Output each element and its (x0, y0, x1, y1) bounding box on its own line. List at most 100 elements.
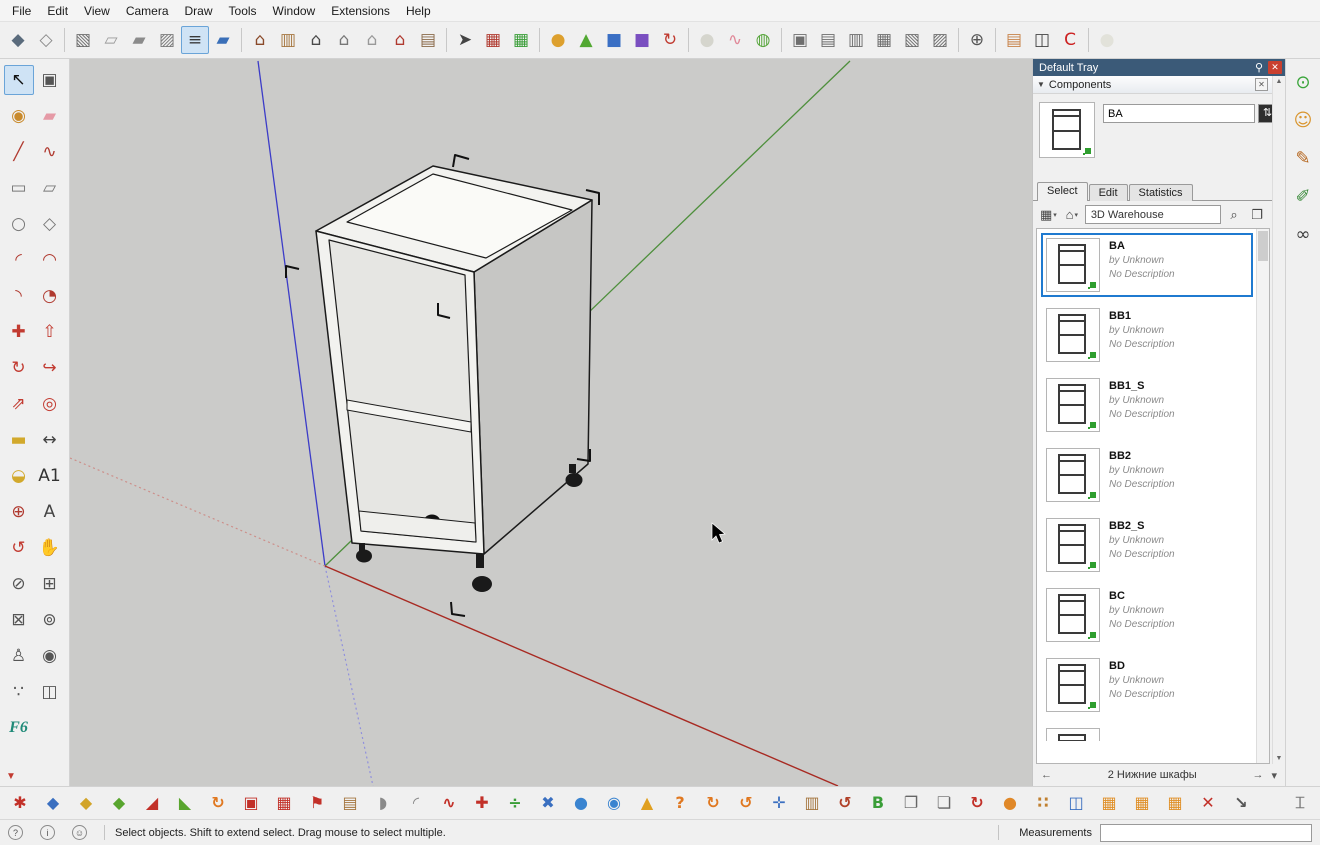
layers-icon[interactable]: ≡ (181, 26, 209, 54)
walk-tool[interactable]: ∵ (4, 677, 34, 707)
BC[interactable]: BC by Unknown No Description (1041, 583, 1253, 647)
components-burst-icon[interactable]: ✱ (8, 791, 32, 815)
face-white-icon[interactable]: ▱ (97, 26, 125, 54)
menu-item[interactable]: Window (265, 2, 324, 20)
diamond-yellow-icon[interactable]: ◆ (74, 791, 98, 815)
components-section-header[interactable]: ▼ Components ✕ (1033, 76, 1272, 94)
polygon-tool[interactable]: ◇ (35, 209, 65, 239)
menu-item[interactable]: Tools (221, 2, 265, 20)
components-tab[interactable]: Edit (1089, 184, 1128, 201)
axes-tool[interactable]: ⊕ (4, 497, 34, 527)
scrollbar-thumb[interactable] (1258, 231, 1268, 261)
shaded-style-icon[interactable]: ◆ (4, 26, 32, 54)
grid-red-icon[interactable]: ▦ (272, 791, 296, 815)
make-component-tool[interactable]: ▣ (35, 65, 65, 95)
grid-orange3-icon[interactable]: ▦ (1163, 791, 1187, 815)
tray-close-button[interactable]: ✕ (1268, 61, 1282, 74)
search-button[interactable]: ⌕ (1224, 205, 1244, 225)
measurements-input[interactable] (1100, 824, 1312, 842)
view-options-button[interactable]: ▦ ▾ (1038, 205, 1059, 225)
eraser-tool[interactable]: ▰ (35, 101, 65, 131)
dresser-icon[interactable]: ▤ (414, 26, 442, 54)
cube-purple-icon[interactable]: ■ (628, 26, 656, 54)
push-pull-tool[interactable]: ⇧ (35, 317, 65, 347)
components-list-scrollbar[interactable] (1256, 229, 1269, 763)
tape-measure-tool[interactable]: ▬ (4, 425, 34, 455)
marker-icon[interactable]: ✐ (1289, 183, 1317, 211)
cross-blue-icon[interactable]: ✖ (536, 791, 560, 815)
divide-green-icon[interactable]: ÷ (503, 791, 527, 815)
home-button[interactable]: ⌂ ▾ (1062, 205, 1082, 225)
square-red-icon[interactable]: ▣ (239, 791, 263, 815)
sphere-gold-icon[interactable]: ● (544, 26, 572, 54)
page-arrow-icon[interactable]: ❏ (932, 791, 956, 815)
three-point-arc-tool[interactable]: ◝ (4, 281, 34, 311)
ball-orange-icon[interactable]: ● (998, 791, 1022, 815)
wedge-gray-icon[interactable]: ◗ (371, 791, 395, 815)
circle-tool[interactable]: ○ (4, 209, 34, 239)
crate-brown-icon[interactable]: ▤ (338, 791, 362, 815)
pin-icon[interactable]: ⚲ (1252, 61, 1266, 74)
solid-outer-shell-icon[interactable]: ▣ (786, 26, 814, 54)
wedge-green-icon[interactable]: ◣ (173, 791, 197, 815)
pencils-icon[interactable]: ✎ (1289, 145, 1317, 173)
two-point-arc-tool[interactable]: ◠ (35, 245, 65, 275)
BB2_S[interactable]: BB2_S by Unknown No Description (1041, 513, 1253, 577)
menu-item[interactable]: File (4, 2, 39, 20)
mesh-sphere-icon[interactable]: ◍ (749, 26, 777, 54)
position-camera-tool[interactable]: ♙ (4, 641, 34, 671)
swirl-red-icon[interactable]: ↻ (656, 26, 684, 54)
footer-expand-arrow[interactable]: ▾ (1267, 769, 1281, 782)
components-tab[interactable]: Select (1037, 182, 1088, 201)
pie-tool[interactable]: ◔ (35, 281, 65, 311)
menu-item[interactable]: Camera (118, 2, 177, 20)
grid-orange2-icon[interactable]: ▦ (1130, 791, 1154, 815)
collection-dropdown[interactable]: 3D Warehouse (1085, 205, 1221, 224)
section-plane-tool[interactable]: ◫ (35, 677, 65, 707)
paper-roll-icon[interactable]: ● (1093, 26, 1121, 54)
plugin-power-icon[interactable]: ⊙ (1289, 69, 1317, 97)
BB1_S[interactable]: BB1_S by Unknown No Description (1041, 373, 1253, 437)
move-corner-icon[interactable]: ↘ (1229, 791, 1253, 815)
BD[interactable]: BD by Unknown No Description (1041, 653, 1253, 717)
table-green-icon[interactable]: ▦ (507, 26, 535, 54)
diamond-green-icon[interactable]: ◆ (107, 791, 131, 815)
pan-tool[interactable]: ✋ (35, 533, 65, 563)
next-collection-arrow[interactable]: → (1248, 769, 1267, 781)
status-help-icon[interactable]: ? (8, 825, 23, 840)
compass-icon[interactable]: ⊕ (963, 26, 991, 54)
wood-material-icon[interactable]: ▤ (1000, 26, 1028, 54)
arc-tool[interactable]: ◜ (4, 245, 34, 275)
component-item[interactable] (1041, 723, 1253, 743)
follow-me-tool[interactable]: ↪ (35, 353, 65, 383)
roof-red-icon[interactable]: ◢ (140, 791, 164, 815)
flag-red-icon[interactable]: ⚑ (305, 791, 329, 815)
dimension-tool[interactable]: ↔ (35, 425, 65, 455)
curve-tool-icon[interactable]: ◜ (404, 791, 428, 815)
drop-icon[interactable]: ● (569, 791, 593, 815)
b-green-icon[interactable]: B (866, 791, 890, 815)
jack-icon[interactable]: ⌶ (1288, 791, 1312, 815)
text-tool[interactable]: A1 (35, 461, 65, 491)
components-tab[interactable]: Statistics (1129, 184, 1193, 201)
wireframe-style-icon[interactable]: ◇ (32, 26, 60, 54)
zoom-window-tool[interactable]: ⊞ (35, 569, 65, 599)
toolbar-overflow-arrow[interactable]: ▼ (6, 771, 16, 782)
prev-collection-arrow[interactable]: ← (1037, 769, 1056, 781)
house-light-icon[interactable]: ⌂ (358, 26, 386, 54)
look-around-tool[interactable]: ◉ (35, 641, 65, 671)
scroll-up-arrow[interactable]: ▲ (1273, 78, 1285, 85)
house-frame-icon[interactable]: ⌂ (330, 26, 358, 54)
zoom-tool[interactable]: ⊘ (4, 569, 34, 599)
line-tool[interactable]: ╱ (4, 137, 34, 167)
move-tool[interactable]: ✚ (4, 317, 34, 347)
house-panel-icon[interactable]: ⌂ (386, 26, 414, 54)
chaos-render-icon[interactable]: C (1056, 26, 1084, 54)
move-blue-icon[interactable]: ✛ (767, 791, 791, 815)
BA[interactable]: BA by Unknown No Description (1041, 233, 1253, 297)
scroll-down-arrow[interactable]: ▼ (1273, 755, 1285, 762)
curve-points-icon[interactable]: ∿ (721, 26, 749, 54)
rotate-red-icon[interactable]: ↻ (965, 791, 989, 815)
menu-item[interactable]: Help (398, 2, 439, 20)
warning-icon[interactable]: ▲ (635, 791, 659, 815)
